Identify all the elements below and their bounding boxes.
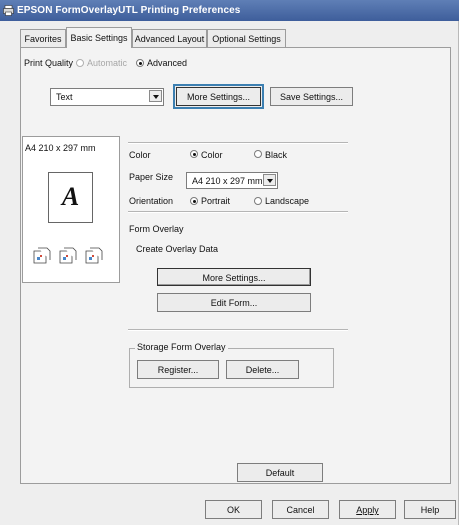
preview-paper-label: A4 210 x 297 mm bbox=[25, 143, 96, 153]
preferences-window: EPSON FormOverlayUTL Printing Preference… bbox=[0, 0, 459, 525]
title-bar: EPSON FormOverlayUTL Printing Preference… bbox=[0, 0, 459, 21]
create-overlay-label: Create Overlay Data bbox=[136, 244, 219, 254]
printer-icon bbox=[3, 5, 14, 16]
automatic-label: Automatic bbox=[87, 58, 128, 68]
divider bbox=[128, 142, 348, 144]
delete-button[interactable]: Delete... bbox=[226, 360, 299, 379]
default-button[interactable]: Default bbox=[237, 463, 323, 482]
orientation-label: Orientation bbox=[129, 196, 174, 206]
print-quality-label: Print Quality bbox=[24, 58, 74, 68]
apply-label: Apply bbox=[356, 505, 379, 515]
black-option-label: Black bbox=[265, 150, 288, 160]
advanced-radio[interactable] bbox=[136, 59, 144, 67]
color-label: Color bbox=[129, 150, 151, 160]
paper-size-value: A4 210 x 297 mm bbox=[192, 176, 263, 186]
tab-advanced-layout[interactable]: Advanced Layout bbox=[132, 29, 207, 47]
divider bbox=[128, 329, 348, 331]
chevron-down-icon bbox=[149, 90, 162, 102]
chevron-down-icon bbox=[263, 174, 276, 186]
advanced-label: Advanced bbox=[147, 58, 188, 68]
window-title: EPSON FormOverlayUTL Printing Preference… bbox=[17, 5, 241, 16]
color-radio[interactable] bbox=[190, 150, 198, 158]
register-button[interactable]: Register... bbox=[137, 360, 219, 379]
form-overlay-label: Form Overlay bbox=[129, 224, 184, 234]
divider bbox=[128, 211, 348, 213]
paper-size-label: Paper Size bbox=[129, 172, 174, 182]
portrait-label: Portrait bbox=[201, 196, 231, 206]
edit-form-button[interactable]: Edit Form... bbox=[157, 293, 311, 312]
apply-button[interactable]: Apply bbox=[339, 500, 396, 519]
color-option-label: Color bbox=[201, 150, 223, 160]
save-settings-button[interactable]: Save Settings... bbox=[270, 87, 353, 106]
tab-optional-settings[interactable]: Optional Settings bbox=[207, 29, 286, 47]
layout-preview: A4 210 x 297 mm A bbox=[22, 136, 120, 283]
help-button[interactable]: Help bbox=[404, 500, 456, 519]
cancel-button[interactable]: Cancel bbox=[272, 500, 329, 519]
portrait-radio[interactable] bbox=[190, 197, 198, 205]
ok-button[interactable]: OK bbox=[205, 500, 262, 519]
tab-favorites[interactable]: Favorites bbox=[20, 29, 66, 47]
tab-basic-settings[interactable]: Basic Settings bbox=[66, 27, 132, 48]
page-letter: A bbox=[61, 182, 80, 211]
overlay-more-settings-button[interactable]: More Settings... bbox=[157, 268, 311, 286]
black-radio[interactable] bbox=[254, 150, 262, 158]
landscape-label: Landscape bbox=[265, 196, 310, 206]
page-preview: A bbox=[48, 172, 93, 223]
paper-size-combo[interactable]: A4 210 x 297 mm bbox=[186, 172, 278, 189]
more-settings-button[interactable]: More Settings... bbox=[176, 87, 261, 106]
storage-group-title: Storage Form Overlay bbox=[135, 342, 228, 352]
document-stack-icon bbox=[33, 247, 103, 264]
quality-combo[interactable]: Text bbox=[50, 88, 164, 106]
quality-combo-value: Text bbox=[56, 92, 73, 102]
landscape-radio[interactable] bbox=[254, 197, 262, 205]
automatic-radio[interactable] bbox=[76, 59, 84, 67]
